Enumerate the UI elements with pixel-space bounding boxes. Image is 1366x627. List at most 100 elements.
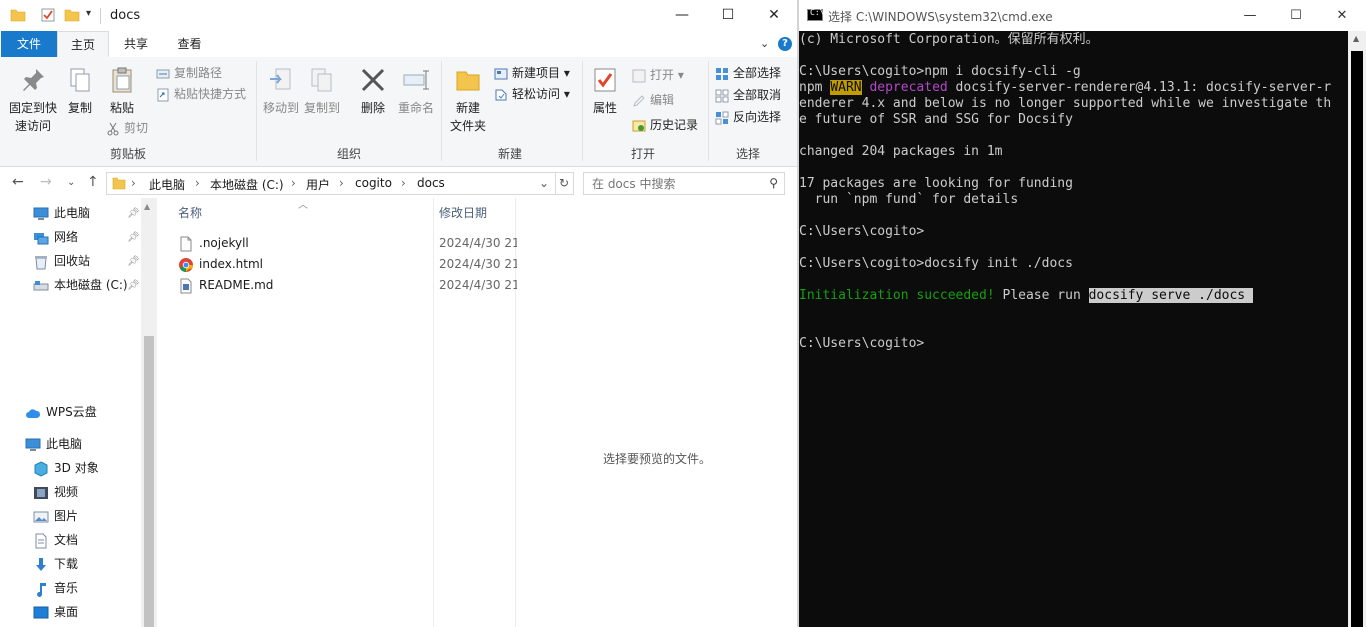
open-label: 打开	[650, 68, 675, 82]
rename-button[interactable]: 重命名	[396, 65, 436, 117]
nav-item-network[interactable]: 网络	[33, 226, 78, 248]
search-input[interactable]	[590, 174, 754, 193]
open-button[interactable]: 打开 ▾	[632, 65, 684, 85]
pin-icon[interactable]: 📌︎	[127, 208, 140, 219]
tab-view[interactable]: 查看	[162, 31, 217, 57]
new-item-button[interactable]: 新建项目 ▾	[494, 63, 570, 83]
folder-icon[interactable]	[10, 7, 26, 23]
tab-share[interactable]: 共享	[110, 31, 162, 57]
properties-button[interactable]: 属性	[588, 65, 622, 117]
close-button[interactable]: ✕	[751, 0, 797, 31]
column-header-name[interactable]: 名称	[178, 204, 202, 221]
breadcrumb-chevron-icon[interactable]: ›	[195, 176, 200, 190]
console-output[interactable]: (c) Microsoft Corporation。保留所有权利。 C:\Use…	[799, 31, 1348, 627]
quick-access-dropdown-icon[interactable]: ▾	[86, 8, 91, 24]
new-folder-button[interactable]: 新建 文件夹	[448, 65, 488, 135]
search-box[interactable]: ⚲	[583, 172, 785, 195]
nav-item-recycle-bin[interactable]: 回收站	[33, 250, 90, 272]
breadcrumb-chevron-icon[interactable]: ›	[339, 176, 344, 190]
scroll-up-icon[interactable]: ▲	[1353, 34, 1359, 43]
file-row[interactable]: README.md 2024/4/30 21	[158, 275, 520, 296]
back-arrow-icon[interactable]: ←	[12, 174, 24, 190]
maximize-button[interactable]: ☐	[705, 0, 751, 31]
edit-button[interactable]: 编辑	[632, 90, 674, 110]
cmd-scrollbar[interactable]: ▲	[1348, 31, 1366, 627]
pin-icon[interactable]: 📌︎	[127, 256, 140, 267]
select-none-button[interactable]: 全部取消	[715, 85, 781, 105]
tab-file[interactable]: 文件	[1, 31, 57, 57]
delete-button[interactable]: 删除	[356, 65, 390, 117]
nav-item-local-disk[interactable]: 本地磁盘 (C:)	[33, 274, 128, 296]
breadcrumb-this-pc[interactable]: 此电脑	[149, 176, 185, 193]
nav-item-pictures[interactable]: 图片	[33, 505, 78, 527]
nav-item-wps-cloud[interactable]: WPS云盘	[25, 401, 97, 423]
scroll-up-icon[interactable]: ▲	[144, 202, 150, 211]
nav-item-this-pc[interactable]: 此电脑	[25, 433, 82, 455]
nav-item-videos[interactable]: 视频	[33, 481, 78, 503]
console-line: C:\Users\cogito>docsify init ./docs	[799, 256, 1073, 271]
paste-button[interactable]: 粘贴	[104, 65, 140, 117]
search-icon[interactable]: ⚲	[769, 176, 778, 190]
file-row[interactable]: .nojekyll 2024/4/30 21	[158, 233, 520, 254]
column-header-modified[interactable]: 修改日期	[439, 204, 487, 221]
cmd-minimize-button[interactable]: —	[1227, 0, 1273, 31]
cmd-close-button[interactable]: ✕	[1319, 0, 1365, 31]
properties-check-icon[interactable]	[40, 7, 56, 23]
nav-item-downloads[interactable]: 下载	[33, 553, 78, 575]
move-to-button[interactable]: 移动到	[262, 65, 300, 117]
up-arrow-icon[interactable]: ↑	[87, 174, 99, 190]
nav-pane-scrollbar[interactable]: ▲	[141, 198, 157, 627]
breadcrumb-chevron-icon[interactable]: ›	[401, 176, 406, 190]
scrollbar-thumb[interactable]	[1351, 51, 1363, 627]
cmd-icon: C:\	[807, 8, 824, 21]
pin-icon[interactable]: 📌︎	[127, 280, 140, 291]
breadcrumb-local-disk[interactable]: 本地磁盘 (C:)	[210, 176, 284, 193]
nav-item-3d-objects[interactable]: 3D 对象	[33, 457, 99, 479]
nav-label: 此电脑	[54, 206, 91, 220]
copy-to-button[interactable]: 复制到	[303, 65, 341, 117]
music-note-icon	[37, 582, 46, 597]
console-line: 17 packages are looking for funding	[799, 176, 1073, 191]
nav-label: 本地磁盘 (C:)	[54, 278, 128, 292]
history-button[interactable]: 历史记录	[632, 115, 698, 135]
tab-home[interactable]: 主页	[57, 31, 109, 57]
breadcrumb-users[interactable]: 用户	[306, 176, 330, 193]
file-row[interactable]: index.html 2024/4/30 21	[158, 254, 520, 275]
select-all-button[interactable]: 全部选择	[715, 63, 781, 83]
pin-icon[interactable]: 📌︎	[127, 232, 140, 243]
copy-label: 复制	[67, 101, 92, 115]
nav-item-desktop[interactable]: 桌面	[33, 601, 78, 623]
easy-access-button[interactable]: 轻松访问 ▾	[494, 84, 570, 104]
minimize-button[interactable]: —	[659, 0, 705, 31]
copy-to-label: 复制到	[303, 101, 340, 115]
nav-item-this-pc-quick[interactable]: 此电脑	[33, 202, 90, 224]
breadcrumb-chevron-icon[interactable]: ›	[291, 176, 296, 190]
nav-label: 音乐	[54, 581, 79, 595]
cmd-maximize-button[interactable]: ☐	[1273, 0, 1319, 31]
paste-shortcut-button[interactable]: 粘贴快捷方式	[156, 84, 246, 104]
console-line: e future of SSR and SSG for Docsify	[799, 112, 1073, 127]
nav-item-music[interactable]: 音乐	[33, 577, 78, 599]
address-bar[interactable]: › 此电脑 › 本地磁盘 (C:) › 用户 › cogito › docs ⌄	[106, 172, 556, 195]
breadcrumb-chevron-icon[interactable]: ›	[131, 176, 136, 190]
scrollbar-thumb[interactable]	[144, 336, 154, 627]
forward-arrow-icon[interactable]: →	[40, 174, 52, 190]
recent-chevron-down-icon[interactable]: ⌄	[67, 177, 75, 188]
copy-button[interactable]: 复制	[62, 65, 98, 117]
nav-label: 此电脑	[46, 437, 83, 451]
refresh-icon[interactable]: ↻	[555, 172, 574, 195]
selected-command-text[interactable]: docsify serve ./docs	[1088, 288, 1253, 303]
copy-path-button[interactable]: 复制路径	[156, 63, 222, 83]
new-folder-icon	[456, 71, 480, 91]
breadcrumb-cogito[interactable]: cogito	[355, 176, 392, 190]
new-folder-icon[interactable]	[64, 7, 80, 23]
pin-quick-access-button[interactable]: 固定到快 速访问	[6, 65, 60, 135]
nav-item-documents[interactable]: 文档	[33, 529, 78, 551]
address-dropdown-icon[interactable]: ⌄	[539, 176, 549, 190]
ribbon-collapse-chevron-icon[interactable]: ⌄	[760, 37, 769, 50]
nav-label: 桌面	[54, 605, 79, 619]
invert-selection-button[interactable]: 反向选择	[715, 107, 781, 127]
breadcrumb-docs[interactable]: docs	[417, 176, 445, 190]
help-icon[interactable]: ?	[778, 37, 792, 51]
cut-button[interactable]: 剪切	[106, 118, 148, 138]
